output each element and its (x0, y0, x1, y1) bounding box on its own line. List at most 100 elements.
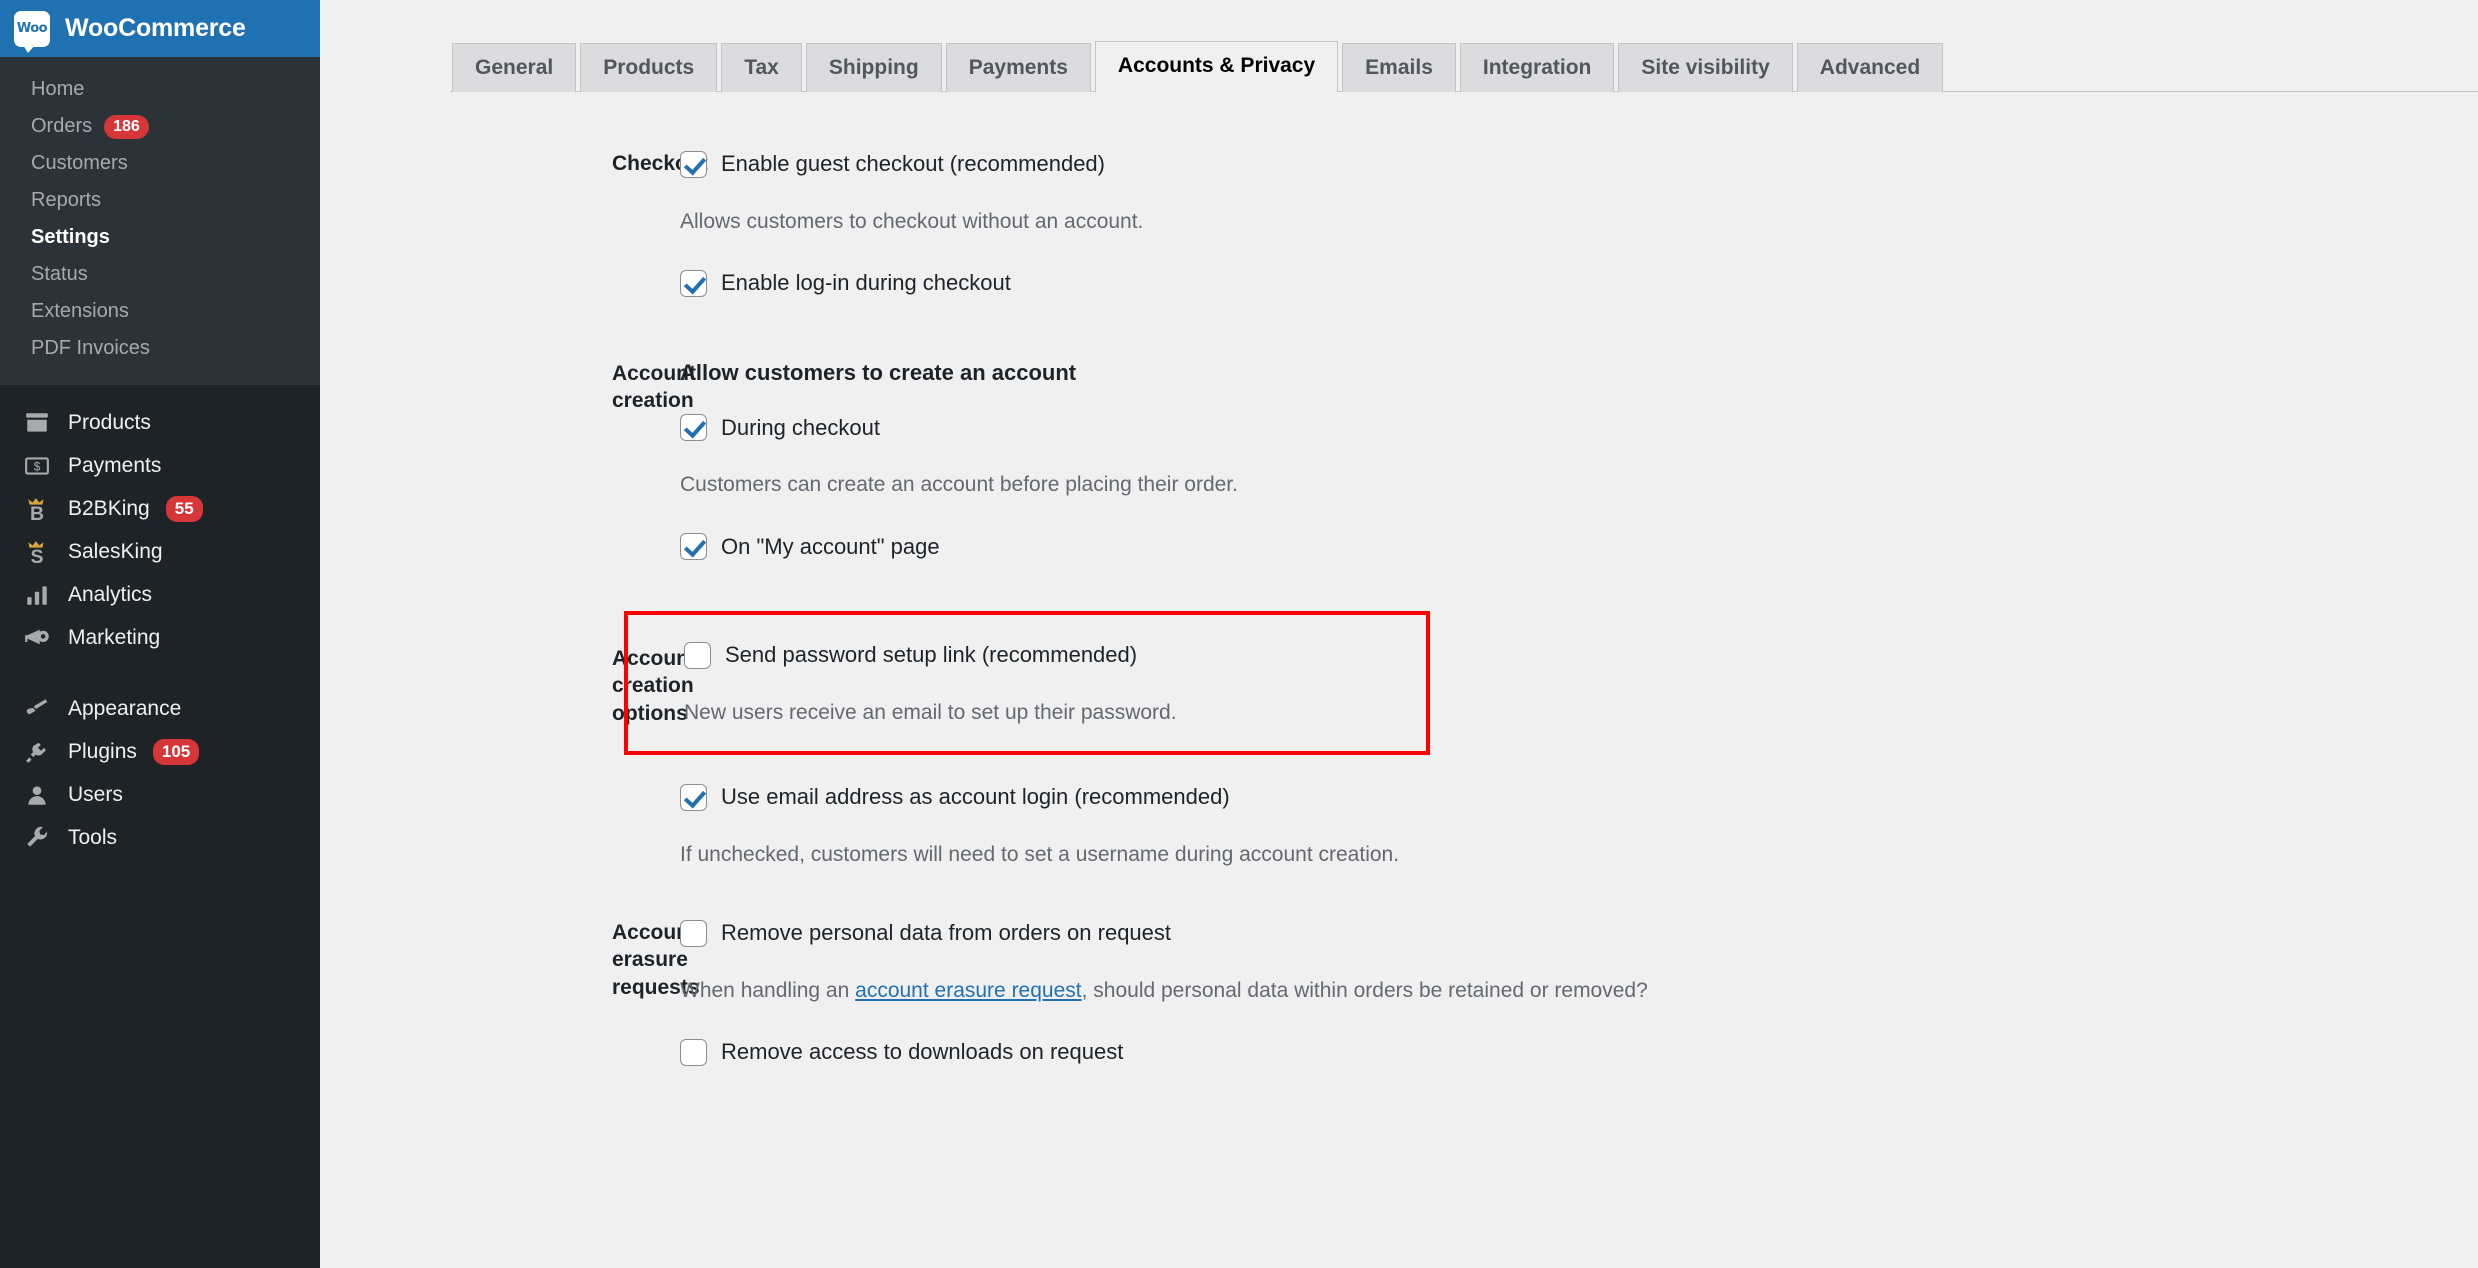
sidebar-item-label: Home (31, 78, 85, 100)
tab-tax[interactable]: Tax (721, 42, 802, 92)
wp-main-menu: Products $ Payments B B2BKing 55 S Sales… (0, 385, 320, 859)
field-remove-downloads[interactable]: Remove access to downloads on request (680, 1038, 2478, 1067)
remove-personal-data-description: When handling an account erasure request… (680, 976, 2478, 1005)
send-password-setup-link-label: Send password setup link (recommended) (725, 642, 1138, 668)
tab-accounts-privacy[interactable]: Accounts & Privacy (1094, 40, 1339, 92)
during-checkout-label: During checkout (721, 414, 880, 440)
field-my-account-page[interactable]: On "My account" page (680, 533, 2478, 562)
section-account-creation-options: Account creation options Send password s… (320, 611, 2478, 869)
section-checkout: Checkout Enable guest checkout (recommen… (320, 150, 2478, 298)
enable-login-during-checkout-checkbox[interactable] (680, 269, 707, 297)
sidebar-item-appearance[interactable]: Appearance (0, 687, 320, 730)
enable-guest-checkout-checkbox[interactable] (680, 150, 707, 178)
sidebar-item-label: PDF Invoices (31, 337, 150, 359)
section-account-creation: Account creation Allow customers to crea… (320, 360, 2478, 562)
field-remove-personal-data[interactable]: Remove personal data from orders on requ… (680, 919, 2478, 948)
tools-icon (22, 823, 52, 853)
svg-text:S: S (30, 545, 43, 564)
brand-title: WooCommerce (65, 14, 246, 42)
field-use-email-as-login[interactable]: Use email address as account login (reco… (680, 783, 2478, 812)
tab-site-visibility[interactable]: Site visibility (1618, 42, 1793, 92)
sidebar-item-extensions[interactable]: Extensions (0, 293, 320, 330)
my-account-page-checkbox[interactable] (680, 533, 707, 561)
tab-emails[interactable]: Emails (1342, 42, 1456, 92)
sidebar-item-customers[interactable]: Customers (0, 145, 320, 182)
sidebar-item-label: Customers (31, 152, 128, 174)
sidebar-item-tools[interactable]: Tools (0, 816, 320, 859)
sidebar-item-home[interactable]: Home (0, 71, 320, 108)
sidebar-item-label: Reports (31, 189, 102, 211)
during-checkout-checkbox[interactable] (680, 414, 707, 442)
sidebar-item-settings[interactable]: Settings (0, 219, 320, 256)
settings-tabs-wrapper: General Products Tax Shipping Payments A… (320, 0, 2478, 92)
sidebar-item-products[interactable]: Products (0, 401, 320, 444)
use-email-as-login-description: If unchecked, customers will need to set… (680, 842, 1400, 866)
sidebar-item-salesking[interactable]: S SalesKing (0, 530, 320, 573)
orders-count-badge: 186 (104, 114, 149, 139)
field-enable-guest-checkout[interactable]: Enable guest checkout (recommended) (680, 150, 2478, 179)
sidebar-item-label: SalesKing (68, 539, 163, 563)
sidebar-item-marketing[interactable]: Marketing (0, 616, 320, 659)
settings-tabs: General Products Tax Shipping Payments A… (450, 36, 2478, 92)
admin-sidebar: Woo WooCommerce Home Orders 186 Customer… (0, 0, 320, 1268)
b2bking-icon: B (22, 494, 52, 524)
tab-advanced[interactable]: Advanced (1796, 42, 1944, 92)
menu-group-divider (0, 659, 320, 687)
plugins-count-badge: 105 (152, 738, 200, 765)
sidebar-item-status[interactable]: Status (0, 256, 320, 293)
settings-content: General Products Tax Shipping Payments A… (320, 0, 2478, 1268)
tab-payments[interactable]: Payments (945, 42, 1091, 92)
highlight-annotation-box: Send password setup link (recommended) N… (624, 611, 1430, 756)
tab-integration[interactable]: Integration (1459, 42, 1615, 92)
section-body-account-creation: Allow customers to create an account Dur… (680, 360, 2478, 562)
sidebar-item-orders[interactable]: Orders 186 (0, 108, 320, 145)
allow-account-creation-heading: Allow customers to create an account (680, 359, 1077, 385)
sidebar-item-b2bking[interactable]: B B2BKing 55 (0, 487, 320, 530)
woocommerce-brand-header: Woo WooCommerce (0, 0, 320, 57)
b2bking-count-badge: 55 (165, 495, 203, 522)
erasure-description-pre: When handling an (680, 978, 856, 1002)
sidebar-item-label: Users (68, 782, 123, 806)
tab-shipping[interactable]: Shipping (805, 42, 942, 92)
section-body-account-erasure-requests: Remove personal data from orders on requ… (680, 919, 2478, 1067)
section-account-erasure-requests: Account erasure requests Remove personal… (320, 919, 2478, 1067)
section-body-checkout: Enable guest checkout (recommended) Allo… (680, 150, 2478, 298)
send-password-setup-link-checkbox[interactable] (684, 641, 711, 669)
sidebar-item-payments[interactable]: $ Payments (0, 444, 320, 487)
remove-personal-data-checkbox[interactable] (680, 919, 707, 947)
use-email-as-login-label: Use email address as account login (reco… (721, 784, 1230, 810)
account-erasure-request-link[interactable]: account erasure request (855, 979, 1081, 1002)
erasure-description-post: , should personal data within orders be … (1081, 978, 1648, 1002)
sidebar-item-label: Plugins (68, 739, 137, 763)
sidebar-item-label: Payments (68, 453, 162, 477)
sidebar-item-label: Marketing (68, 625, 161, 649)
field-enable-login-during-checkout[interactable]: Enable log-in during checkout (680, 269, 2478, 298)
field-send-password-setup-link[interactable]: Send password setup link (recommended) (684, 641, 1402, 670)
sidebar-item-plugins[interactable]: Plugins 105 (0, 730, 320, 773)
sidebar-item-label: Tools (68, 825, 118, 849)
woocommerce-settings-page: Woo WooCommerce Home Orders 186 Customer… (0, 0, 2478, 1268)
sidebar-item-users[interactable]: Users (0, 773, 320, 816)
tab-general[interactable]: General (452, 42, 577, 92)
settings-form: Checkout Enable guest checkout (recommen… (320, 150, 2478, 1067)
sidebar-item-label: Extensions (31, 300, 129, 322)
salesking-icon: S (22, 537, 52, 567)
remove-downloads-checkbox[interactable] (680, 1038, 707, 1066)
plugins-icon (22, 737, 52, 767)
woo-logo-text: Woo (16, 21, 48, 36)
sidebar-item-pdf-invoices[interactable]: PDF Invoices (0, 330, 320, 367)
sidebar-item-analytics[interactable]: Analytics (0, 573, 320, 616)
field-during-checkout[interactable]: During checkout (680, 414, 2478, 443)
tab-products[interactable]: Products (580, 42, 718, 92)
use-email-as-login-checkbox[interactable] (680, 783, 707, 811)
send-password-setup-link-description: New users receive an email to set up the… (684, 700, 1177, 724)
sidebar-item-label: Products (68, 410, 151, 434)
users-icon (22, 780, 52, 810)
enable-guest-checkout-description: Allows customers to checkout without an … (680, 209, 1144, 233)
enable-login-during-checkout-label: Enable log-in during checkout (721, 269, 1011, 295)
analytics-icon (22, 580, 52, 610)
sidebar-item-reports[interactable]: Reports (0, 182, 320, 219)
woocommerce-submenu: Home Orders 186 Customers Reports Settin… (0, 57, 320, 385)
sidebar-item-label: Settings (31, 226, 110, 248)
woocommerce-logo-icon: Woo (14, 10, 50, 53)
